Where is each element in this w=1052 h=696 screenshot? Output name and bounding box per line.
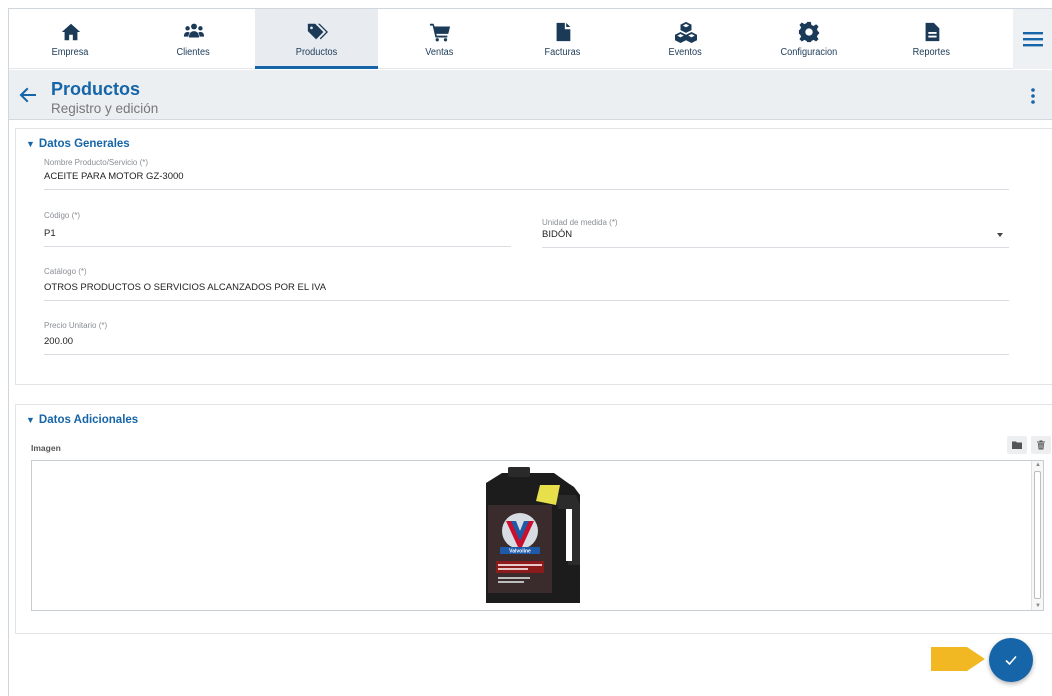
nav-label: Facturas <box>544 46 581 58</box>
nav-label: Productos <box>295 46 338 58</box>
nav-label: Reportes <box>912 46 951 58</box>
field-value: ACEITE PARA MOTOR GZ-3000 <box>44 171 184 182</box>
scroll-down-icon[interactable]: ▼ <box>1035 603 1041 609</box>
product-image: Valvoline <box>486 467 580 603</box>
field-value: BIDÓN <box>542 229 573 240</box>
field-label: Catálogo (*) <box>44 267 87 276</box>
cubes-icon <box>674 21 697 43</box>
trash-icon <box>1037 440 1045 450</box>
section-title: Datos Adicionales <box>38 414 139 426</box>
scroll-up-icon[interactable]: ▲ <box>1035 462 1041 468</box>
collapse-triangle-icon: ▼ <box>26 139 35 149</box>
field-value: 200.00 <box>44 336 74 347</box>
menu-button[interactable] <box>1013 9 1052 69</box>
unidad-medida-select[interactable]: Unidad de medida (*) BIDÓN <box>542 218 1009 248</box>
image-scrollbar[interactable]: ▲ ▼ <box>1031 461 1043 610</box>
nav-label: Clientes <box>176 46 211 58</box>
datos-adicionales-card: ▼ Datos Adicionales Imagen Valvoline ▲ ▼ <box>15 404 1052 634</box>
hamburger-icon <box>1023 32 1043 47</box>
field-label: Nombre Producto/Servicio (*) <box>44 158 149 167</box>
save-fab-button[interactable] <box>989 638 1033 682</box>
top-nav: Empresa Clientes Productos Ventas Factur… <box>9 9 1052 69</box>
field-label: Unidad de medida (*) <box>542 218 618 227</box>
field-value: OTROS PRODUCTOS O SERVICIOS ALCANZADOS P… <box>44 282 327 293</box>
datos-generales-toggle[interactable]: ▼ Datos Generales <box>26 138 130 150</box>
fab-pointer-arrow-icon <box>931 647 985 671</box>
nav-productos[interactable]: Productos <box>255 9 378 69</box>
nav-label: Configuracion <box>780 46 837 58</box>
image-toolbar <box>1007 436 1051 454</box>
nav-configuracion[interactable]: Configuracion <box>747 9 870 69</box>
page-title: Productos <box>51 79 141 99</box>
users-icon <box>183 21 205 43</box>
datos-generales-card: ▼ Datos Generales Nombre Producto/Servici… <box>15 128 1052 385</box>
nav-eventos[interactable]: Eventos <box>624 9 747 69</box>
open-folder-button[interactable] <box>1007 436 1027 454</box>
check-icon <box>1005 655 1017 666</box>
dropdown-caret-icon <box>997 233 1003 237</box>
precio-unitario-field[interactable]: Precio Unitario (*) 200.00 <box>44 321 1009 355</box>
catalogo-field[interactable]: Catálogo (*) OTROS PRODUCTOS O SERVICIOS… <box>44 267 1009 301</box>
nav-clientes[interactable]: Clientes <box>132 9 255 69</box>
field-value: P1 <box>44 228 56 239</box>
nav-label: Ventas <box>425 46 454 58</box>
field-label: Precio Unitario (*) <box>44 321 108 330</box>
collapse-triangle-icon: ▼ <box>26 415 35 425</box>
gear-icon <box>798 21 820 43</box>
page-header: Productos Registro y edición <box>9 70 1052 120</box>
nav-label: Eventos <box>668 46 703 58</box>
imagen-label: Imagen <box>31 443 61 453</box>
nav-facturas[interactable]: Facturas <box>501 9 624 69</box>
codigo-field[interactable]: Código (*) P1 <box>44 211 511 247</box>
product-brand-text: Valvoline <box>509 549 531 555</box>
cart-icon <box>429 21 451 43</box>
image-preview-box: Valvoline ▲ ▼ <box>31 460 1044 611</box>
back-arrow-icon[interactable] <box>17 84 39 106</box>
section-title: Datos Generales <box>38 138 130 150</box>
nav-label: Empresa <box>52 46 89 58</box>
nav-reportes[interactable]: Reportes <box>870 9 993 69</box>
datos-adicionales-toggle[interactable]: ▼ Datos Adicionales <box>26 414 138 426</box>
nombre-field[interactable]: Nombre Producto/Servicio (*) ACEITE PARA… <box>44 158 1009 190</box>
home-icon <box>60 21 82 43</box>
nav-empresa[interactable]: Empresa <box>9 9 132 69</box>
app-frame: Empresa Clientes Productos Ventas Factur… <box>8 8 1052 696</box>
field-label: Código (*) <box>44 211 81 220</box>
tags-icon <box>306 21 328 43</box>
delete-image-button[interactable] <box>1031 436 1051 454</box>
report-icon <box>921 21 943 43</box>
nav-ventas[interactable]: Ventas <box>378 9 501 69</box>
folder-icon <box>1012 441 1022 449</box>
file-icon <box>552 21 574 43</box>
page-subtitle: Registro y edición <box>51 101 159 116</box>
scroll-thumb[interactable] <box>1034 471 1041 599</box>
more-vert-icon[interactable] <box>1029 86 1037 106</box>
